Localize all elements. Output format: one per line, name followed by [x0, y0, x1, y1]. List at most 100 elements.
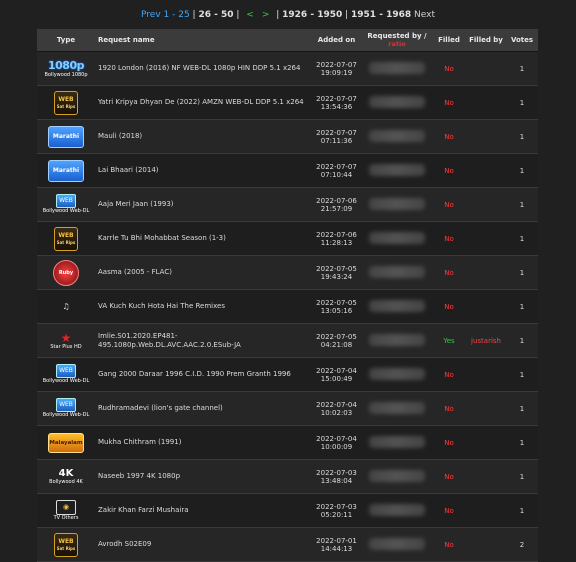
category-music-icon[interactable]: ♫: [44, 293, 88, 321]
category-1080p-icon[interactable]: 1080p Bollywood 1080p: [44, 55, 88, 83]
added-on-cell: 2022-07-04 10:02:03: [311, 391, 362, 426]
category-tv-icon[interactable]: ◉ TV Others: [44, 497, 88, 525]
requested-by-cell: [362, 187, 432, 222]
category-marathi-icon[interactable]: Marathi: [48, 159, 84, 182]
filled-by-cell: justarish: [466, 323, 506, 358]
request-name-link[interactable]: Mukha Chithram (1991): [95, 425, 311, 460]
next-arrow-icon[interactable]: >: [262, 10, 270, 20]
filled-by-cell: [466, 459, 506, 494]
category-marathi-icon[interactable]: Marathi: [48, 125, 84, 148]
col-request-name[interactable]: Request name: [95, 29, 311, 52]
requester-redacted: [369, 503, 425, 516]
added-date: 2022-07-05: [316, 264, 357, 273]
filled-status: No: [444, 268, 454, 277]
added-date: 2022-07-06: [316, 196, 357, 205]
category-ruby-icon[interactable]: Ruby: [53, 259, 79, 286]
filled-by-cell: [466, 187, 506, 222]
table-header: Type Request name Added on Requested by …: [37, 29, 538, 52]
requested-by-cell: [362, 255, 432, 290]
requester-redacted: [369, 61, 425, 74]
added-date: 2022-07-06: [316, 230, 357, 239]
filled-by-cell: [466, 391, 506, 426]
filled-status: No: [444, 472, 454, 481]
request-name-link[interactable]: Lai Bhaari (2014): [95, 153, 311, 188]
category-4k-icon[interactable]: 4K Bollywood 4K: [44, 463, 88, 491]
type-cell: 4K Bollywood 4K: [37, 459, 95, 494]
col-filled-by[interactable]: Filled by: [466, 29, 506, 52]
request-name-link[interactable]: Mauli (2018): [95, 119, 311, 154]
request-name-link[interactable]: Naseeb 1997 4K 1080p: [95, 459, 311, 494]
filled-status: No: [444, 234, 454, 243]
added-time: 10:00:09: [320, 442, 353, 451]
table-row: WEB Sat Rips Karrle Tu Bhi Mohabbat Season…: [37, 221, 538, 256]
added-on-cell: 2022-07-07 07:10:44: [311, 153, 362, 188]
next-link[interactable]: Next: [414, 10, 435, 20]
request-name-link[interactable]: Aaja Meri Jaan (1993): [95, 187, 311, 222]
filled-status: No: [444, 166, 454, 175]
requester-redacted: [369, 95, 425, 108]
page-range-1926-1950[interactable]: 1926 - 1950: [282, 10, 342, 20]
requester-redacted: [369, 435, 425, 448]
page-range-26-50[interactable]: 26 - 50: [198, 10, 233, 20]
col-type[interactable]: Type: [37, 29, 95, 52]
request-name-link[interactable]: Imlie.S01.2020.EP481-495.1080p.Web.DL.AV…: [95, 323, 311, 358]
category-web-dl-icon[interactable]: WEB Bollywood Web-DL: [43, 361, 89, 389]
added-on-cell: 2022-07-03 05:20:11: [311, 493, 362, 528]
request-name-link[interactable]: 1920 London (2016) NF WEB-DL 1080p HIN D…: [95, 51, 311, 86]
added-time: 07:11:36: [320, 136, 353, 145]
request-name-link[interactable]: Rudhramadevi (lion's gate channel): [95, 391, 311, 426]
col-filled[interactable]: Filled: [432, 29, 466, 52]
request-name-link[interactable]: Yatri Kripya Dhyan De (2022) AMZN WEB-DL…: [95, 85, 311, 120]
added-time: 07:10:44: [320, 170, 353, 179]
votes-cell: 1: [506, 221, 538, 256]
requested-by-cell: [362, 289, 432, 324]
filled-cell: No: [432, 187, 466, 222]
page-range-1-25[interactable]: 1 - 25: [164, 10, 190, 20]
page-range-1951-1968[interactable]: 1951 - 1968: [351, 10, 411, 20]
prev-arrow-icon[interactable]: <: [246, 10, 254, 20]
filled-status: No: [444, 438, 454, 447]
category-web-dl-icon[interactable]: WEB Bollywood Web-DL: [43, 191, 89, 219]
request-name-link[interactable]: Karrle Tu Bhi Mohabbat Season (1-3): [95, 221, 311, 256]
request-name-link[interactable]: Zakir Khan Farzi Mushaira: [95, 493, 311, 528]
table-row: WEB Bollywood Web-DL Rudhramadevi (lion's …: [37, 391, 538, 426]
col-requested-by[interactable]: Requested by / ratio: [362, 29, 432, 52]
requested-by-cell: [362, 85, 432, 120]
requester-redacted: [369, 401, 425, 414]
request-name-link[interactable]: Aasma (2005 - FLAC): [95, 255, 311, 290]
added-time: 15:00:49: [320, 374, 353, 383]
col-votes[interactable]: Votes: [506, 29, 538, 52]
requester-redacted: [369, 231, 425, 244]
col-added-on[interactable]: Added on: [311, 29, 362, 52]
category-web-icon[interactable]: WEB Sat Rips: [54, 90, 78, 115]
category-malayalam-icon[interactable]: Malayalam: [48, 432, 84, 453]
request-name-link[interactable]: Gang 2000 Daraar 1996 C.I.D. 1990 Prem G…: [95, 357, 311, 392]
added-date: 2022-07-04: [316, 366, 357, 375]
category-web-icon[interactable]: WEB Sat Rips: [54, 532, 78, 557]
added-on-cell: 2022-07-07 19:09:19: [311, 51, 362, 86]
type-cell: Malayalam: [37, 425, 95, 460]
table-row: WEB Bollywood Web-DL Aaja Meri Jaan (1993)…: [37, 187, 538, 222]
filled-by-cell: [466, 119, 506, 154]
votes-cell: 2: [506, 527, 538, 562]
filled-by-cell: [466, 255, 506, 290]
request-name-link[interactable]: VA Kuch Kuch Hota Hai The Remixes: [95, 289, 311, 324]
prev-link[interactable]: Prev: [141, 10, 161, 20]
category-star-plus-icon[interactable]: ★ Star Plus HD: [44, 327, 88, 355]
filled-by-cell: [466, 85, 506, 120]
requester-redacted: [369, 197, 425, 210]
filled-cell: No: [432, 391, 466, 426]
request-name-link[interactable]: Avrodh S02E09: [95, 527, 311, 562]
table-row: ◉ TV Others Zakir Khan Farzi Mushaira 2022-…: [37, 493, 538, 528]
added-on-cell: 2022-07-04 15:00:49: [311, 357, 362, 392]
col-requested-by-label: Requested by /: [367, 32, 427, 40]
category-web-dl-icon[interactable]: WEB Bollywood Web-DL: [43, 395, 89, 423]
filled-by-link[interactable]: justarish: [471, 337, 501, 345]
filled-cell: No: [432, 289, 466, 324]
type-cell: Ruby: [37, 255, 95, 290]
filled-status: Yes: [443, 336, 455, 345]
table-row: 4K Bollywood 4K Naseeb 1997 4K 1080p 2022-0…: [37, 459, 538, 494]
filled-by-cell: [466, 221, 506, 256]
category-web-icon[interactable]: WEB Sat Rips: [54, 226, 78, 251]
filled-by-cell: [466, 51, 506, 86]
